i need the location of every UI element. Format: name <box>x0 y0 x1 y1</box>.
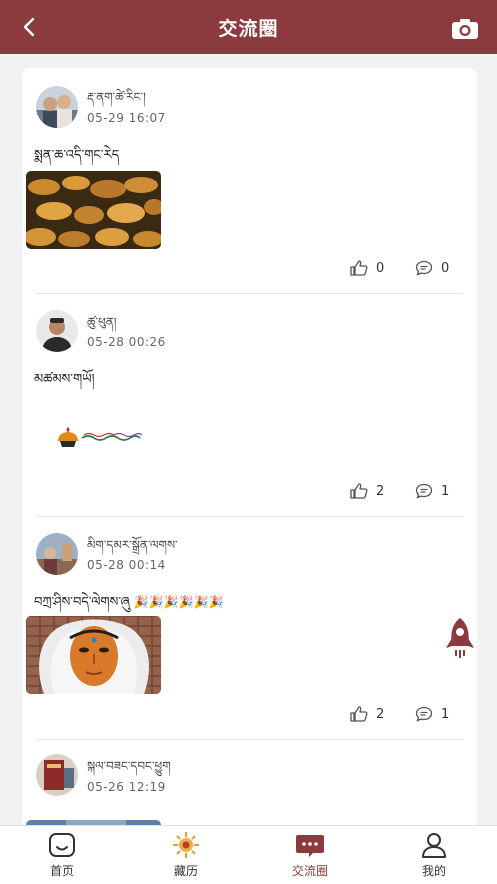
avatar[interactable] <box>36 86 78 128</box>
comment-icon <box>415 260 433 276</box>
post-feed[interactable]: རྡ་ནག་ཚེ་རིང་། 05-29 16:07 སྨན་ཆ་འདི་གང་… <box>22 68 477 828</box>
like-button[interactable]: 0 <box>350 260 384 276</box>
tab-label: 首页 <box>49 864 74 878</box>
bottom-tab-bar: 首页 藏历 交流圈 我的 <box>0 825 497 884</box>
comment-icon <box>415 706 433 722</box>
like-button[interactable]: 2 <box>350 483 384 499</box>
comment-count: 1 <box>441 706 450 722</box>
post-time: 05-28 00:26 <box>87 335 166 349</box>
post-time: 05-29 16:07 <box>87 111 166 125</box>
comment-icon <box>415 483 433 499</box>
post-card[interactable]: ཚུ་ཕུན། 05-28 00:26 མཚམས་གཡོ། 2 1 <box>22 294 477 517</box>
comment-button[interactable]: 0 <box>415 260 449 276</box>
tab-label: 我的 <box>421 864 446 878</box>
calendar-sun-icon <box>173 832 199 858</box>
post-image[interactable] <box>26 616 161 694</box>
post-emoji: 🎉🎉🎉🎉🎉🎉 <box>133 595 224 609</box>
app-header: 交流圈 <box>0 0 497 54</box>
post-time: 05-26 12:19 <box>87 780 166 794</box>
comment-button[interactable]: 1 <box>415 483 449 499</box>
tab-community[interactable]: 交流圈 <box>248 826 372 884</box>
tab-label: 藏历 <box>173 864 198 878</box>
like-count: 2 <box>376 706 385 722</box>
comment-count: 0 <box>441 260 450 276</box>
post-time: 05-28 00:14 <box>87 558 166 572</box>
avatar[interactable] <box>36 533 78 575</box>
camera-icon[interactable] <box>451 17 479 41</box>
thumbs-up-icon <box>350 483 368 499</box>
chat-bubble-icon <box>296 835 324 857</box>
tab-profile[interactable]: 我的 <box>372 826 496 884</box>
thumbs-up-icon <box>350 260 368 276</box>
tab-home[interactable]: 首页 <box>0 826 124 884</box>
post-card[interactable]: སྐལ་བཟང་དབང་ཕྱུག 05-26 12:19 <box>22 740 477 828</box>
post-text: བཀྲ་ཤིས་བདེ་ལེགས་ཞུ <box>34 595 130 610</box>
rocket-icon[interactable] <box>442 616 478 660</box>
thumbs-up-icon <box>350 706 368 722</box>
post-image[interactable] <box>26 171 161 249</box>
comment-button[interactable]: 1 <box>415 706 449 722</box>
page-title: 交流圈 <box>218 18 279 40</box>
avatar[interactable] <box>36 754 78 796</box>
post-card[interactable]: རྡ་ནག་ཚེ་རིང་། 05-29 16:07 སྨན་ཆ་འདི་གང་… <box>22 68 477 294</box>
tab-label: 交流圈 <box>291 864 328 878</box>
post-image[interactable] <box>26 389 161 467</box>
like-count: 2 <box>376 483 385 499</box>
like-button[interactable]: 2 <box>350 706 384 722</box>
tab-calendar[interactable]: 藏历 <box>124 826 248 884</box>
comment-count: 1 <box>441 483 450 499</box>
post-card[interactable]: མིག་དམར་སྒྲོན་ལགས་ 05-28 00:14 བཀྲ་ཤིས་བ… <box>22 517 477 740</box>
like-count: 0 <box>376 260 385 276</box>
avatar[interactable] <box>36 310 78 352</box>
user-icon <box>422 833 446 858</box>
home-icon <box>49 833 75 857</box>
